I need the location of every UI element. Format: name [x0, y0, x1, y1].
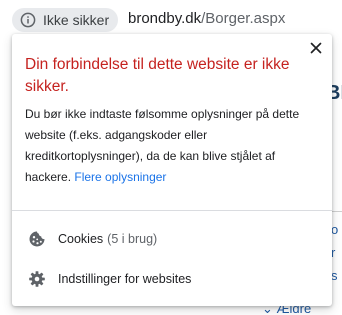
- security-label: Ikke sikker: [43, 12, 110, 28]
- site-settings-label: Indstillinger for websites: [58, 272, 192, 286]
- site-info-popup: Din forbindelse til dette website er ikk…: [12, 34, 332, 306]
- info-icon: [20, 12, 36, 28]
- site-settings-row[interactable]: Indstillinger for websites: [12, 261, 332, 297]
- omnibox[interactable]: Ikke sikker brondby.dk/Borger.aspx: [0, 0, 342, 38]
- close-button[interactable]: [306, 40, 326, 60]
- background-link[interactable]: o: [331, 222, 338, 237]
- popup-body: Du bør ikke indtaste følsomme oplysninge…: [25, 104, 315, 188]
- popup-title: Din forbindelse til dette website er ikk…: [25, 56, 290, 95]
- popup-divider: [12, 210, 332, 211]
- close-icon: [310, 41, 322, 59]
- cookies-row[interactable]: Cookies (5 i brug): [12, 221, 332, 257]
- cookies-label: Cookies: [58, 232, 104, 246]
- gear-icon: [28, 270, 46, 288]
- security-indicator-button[interactable]: Ikke sikker: [12, 8, 118, 32]
- learn-more-link[interactable]: Flere oplysninger: [74, 170, 166, 184]
- url-domain: brondby.dk: [128, 10, 202, 27]
- url-text[interactable]: brondby.dk/Borger.aspx: [128, 10, 285, 27]
- cookies-count: (5 i brug): [107, 232, 158, 246]
- cookie-icon: [28, 230, 46, 248]
- url-path: /Borger.aspx: [201, 10, 286, 27]
